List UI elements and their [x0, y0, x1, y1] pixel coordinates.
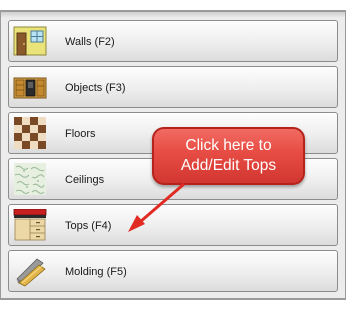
callout-arrow-icon — [128, 182, 185, 232]
